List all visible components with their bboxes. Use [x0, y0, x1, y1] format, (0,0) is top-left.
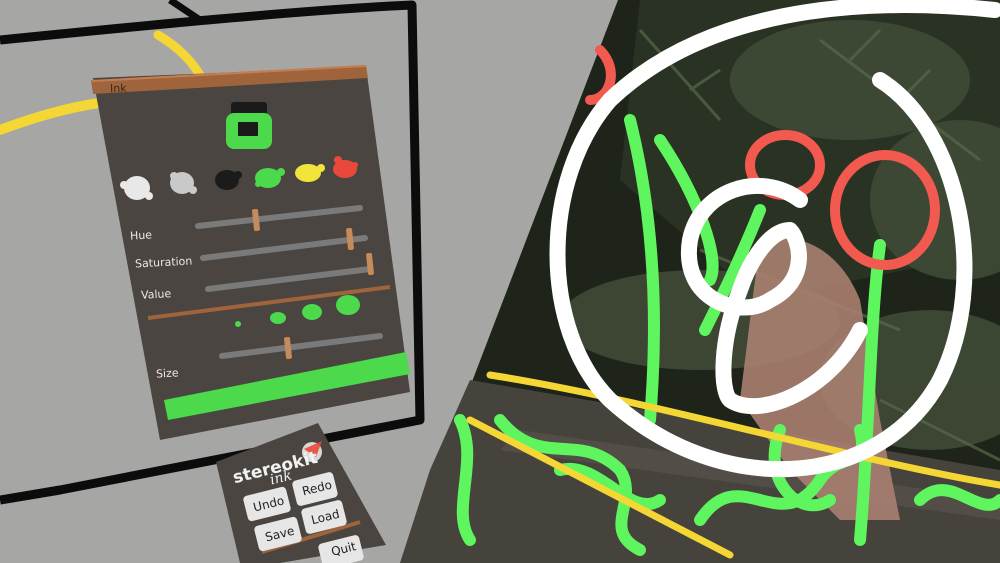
size-option-small[interactable]	[235, 321, 241, 327]
size-option-xlarge[interactable]	[336, 295, 360, 315]
size-label: Size	[155, 366, 179, 381]
value-label: Value	[140, 287, 172, 302]
size-option-large[interactable]	[302, 304, 322, 320]
size-option-medium[interactable]	[270, 312, 286, 324]
hue-label: Hue	[129, 228, 153, 243]
selected-color-preview	[226, 102, 272, 149]
ink-panel-title: Ink	[109, 81, 127, 96]
